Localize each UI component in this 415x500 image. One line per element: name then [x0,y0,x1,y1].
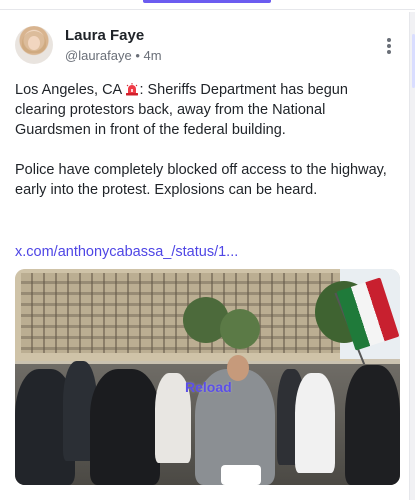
media-reload-button[interactable]: Reload [185,379,232,395]
person-head [227,355,249,381]
meta-separator: • [135,48,140,63]
more-dot [387,50,391,54]
author-name[interactable]: Laura Faye [65,27,144,44]
avatar-face [28,36,40,50]
person-silhouette [90,369,160,485]
person-silhouette [345,365,400,485]
side-scrollbar[interactable] [409,12,415,500]
more-dot [387,44,391,48]
post-link[interactable]: x.com/anthonycabassa_/status/1... [15,244,238,260]
avatar[interactable] [15,26,53,64]
top-bar [0,0,415,10]
post-card: Laura Faye @laurafaye • 4m Los Angeles, … [0,10,409,500]
post-location: Los Angeles, CA [15,82,126,98]
post-body: Los Angeles, CA : Sheriffs Department ha… [15,80,390,200]
person-silhouette [295,373,335,473]
author-handle[interactable]: @laurafaye [65,48,132,63]
held-sign [221,465,261,485]
author-meta: @laurafaye • 4m [65,48,162,63]
post-timestamp[interactable]: 4m [144,48,162,63]
police-siren-icon [125,82,139,96]
post-paragraph-2: Police have completely blocked off acces… [15,162,387,198]
tree [220,309,260,349]
more-dot [387,38,391,42]
post-paragraph-1: Los Angeles, CA : Sheriffs Department ha… [15,80,390,140]
more-vertical-icon[interactable] [379,36,399,56]
active-tab-indicator [143,0,271,3]
post-media-video[interactable]: Reload [15,269,400,485]
